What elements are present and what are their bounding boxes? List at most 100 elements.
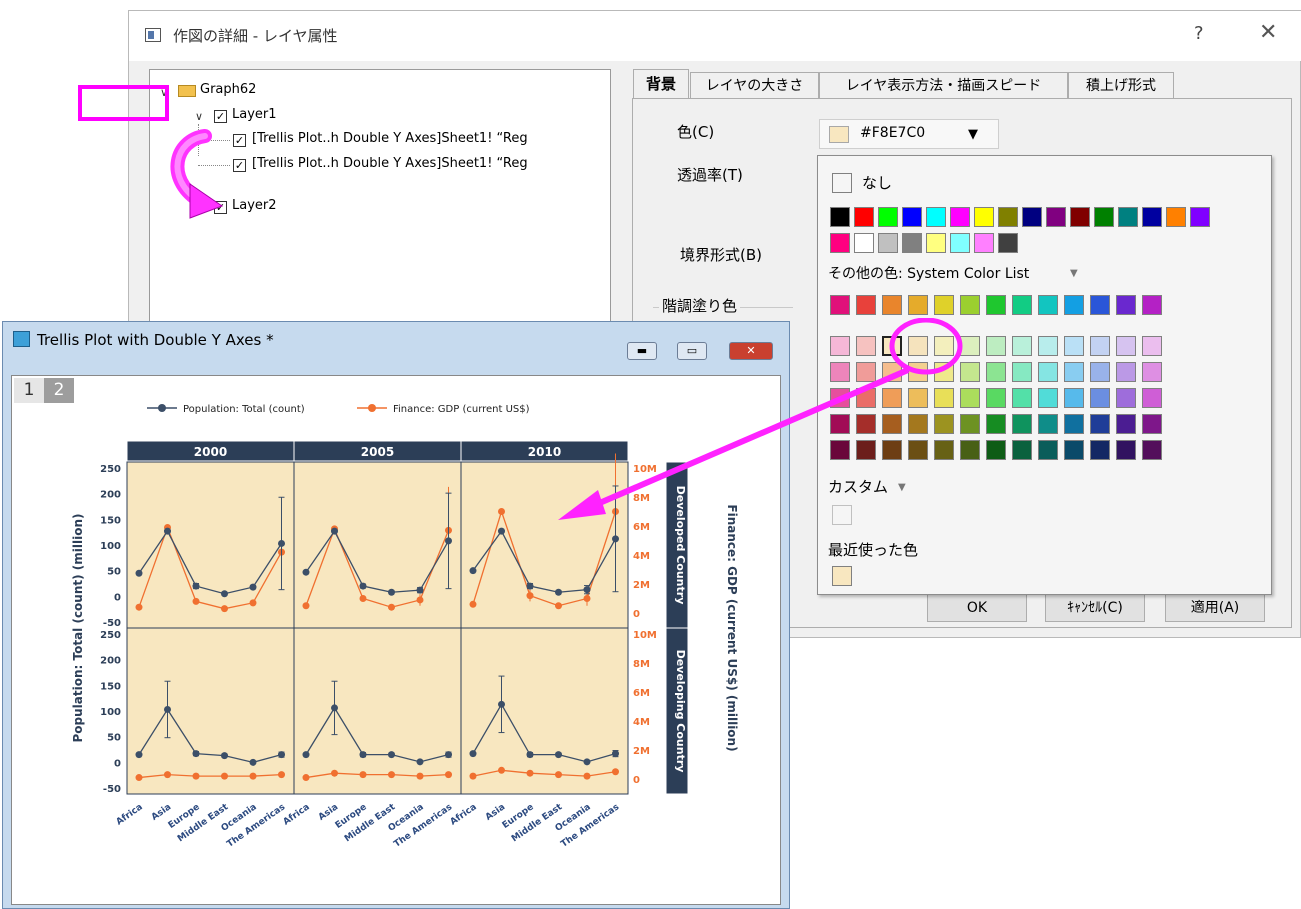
basic-color-swatch[interactable]: [1070, 207, 1090, 227]
system-color-swatch[interactable]: [1038, 440, 1058, 460]
system-color-swatch[interactable]: [986, 295, 1006, 315]
system-color-swatch[interactable]: [1116, 388, 1136, 408]
system-color-swatch[interactable]: [986, 414, 1006, 434]
system-color-swatch[interactable]: [1142, 362, 1162, 382]
system-color-swatch[interactable]: [986, 336, 1006, 356]
system-color-swatch[interactable]: [934, 295, 954, 315]
basic-color-swatch[interactable]: [878, 233, 898, 253]
close-button[interactable]: ✕: [1259, 20, 1277, 45]
basic-color-swatch[interactable]: [998, 233, 1018, 253]
system-color-swatch[interactable]: [1142, 336, 1162, 356]
system-color-swatch[interactable]: [1038, 336, 1058, 356]
basic-color-swatch[interactable]: [1142, 207, 1162, 227]
system-color-swatch[interactable]: [856, 295, 876, 315]
system-color-swatch[interactable]: [986, 362, 1006, 382]
system-color-swatch[interactable]: [1090, 336, 1110, 356]
basic-color-swatch[interactable]: [830, 233, 850, 253]
gdp-point: [331, 769, 338, 777]
system-color-swatch[interactable]: [1038, 388, 1058, 408]
system-color-swatch[interactable]: [1064, 440, 1084, 460]
gdp-point: [302, 774, 310, 782]
y-tick-label: 100: [100, 541, 121, 552]
system-color-swatch[interactable]: [1142, 295, 1162, 315]
basic-color-swatch[interactable]: [1094, 207, 1114, 227]
system-color-swatch[interactable]: [1116, 336, 1136, 356]
tab-stacking[interactable]: 積上げ形式: [1068, 72, 1174, 98]
panel-background: [293, 627, 462, 795]
tree-item-graph[interactable]: Graph62: [200, 82, 256, 97]
basic-color-swatch[interactable]: [1190, 207, 1210, 227]
basic-color-swatch[interactable]: [902, 233, 922, 253]
none-label[interactable]: なし: [862, 172, 892, 193]
system-color-swatch[interactable]: [1038, 295, 1058, 315]
tab-layer-size[interactable]: レイヤの大きさ: [690, 72, 819, 98]
system-color-swatch[interactable]: [1090, 388, 1110, 408]
tab-background[interactable]: 背景: [633, 69, 689, 99]
color-dropdown[interactable]: #F8E7C0 ▼: [819, 119, 999, 149]
system-color-swatch[interactable]: [1064, 336, 1084, 356]
system-color-swatch[interactable]: [1012, 336, 1032, 356]
basic-color-swatch[interactable]: [830, 207, 850, 227]
basic-color-swatch[interactable]: [902, 207, 922, 227]
apply-button[interactable]: 適用(A): [1165, 594, 1265, 622]
tree-item-plot2[interactable]: [Trellis Plot..h Double Y Axes]Sheet1! “…: [252, 156, 528, 171]
system-color-swatch[interactable]: [1012, 388, 1032, 408]
basic-color-swatch[interactable]: [854, 207, 874, 227]
system-color-swatch[interactable]: [986, 440, 1006, 460]
system-color-swatch[interactable]: [1116, 440, 1136, 460]
tab-display-speed[interactable]: レイヤ表示方法・描画スピード: [819, 72, 1068, 98]
other-colors-label[interactable]: その他の色: System Color List: [828, 263, 1029, 283]
system-color-swatch[interactable]: [1064, 414, 1084, 434]
system-color-swatch[interactable]: [960, 295, 980, 315]
system-color-swatch[interactable]: [1064, 295, 1084, 315]
chevron-down-icon[interactable]: ▼: [1070, 268, 1078, 279]
no-color-swatch[interactable]: [832, 173, 852, 193]
system-color-swatch[interactable]: [1038, 414, 1058, 434]
basic-color-swatch[interactable]: [1118, 207, 1138, 227]
basic-color-swatch[interactable]: [1166, 207, 1186, 227]
ok-button[interactable]: OK: [927, 594, 1027, 622]
system-color-swatch[interactable]: [986, 388, 1006, 408]
population-point: [416, 586, 424, 594]
population-point: [612, 535, 619, 543]
system-color-swatch[interactable]: [1116, 362, 1136, 382]
basic-color-swatch[interactable]: [854, 233, 874, 253]
y-tick-label: 200: [100, 490, 121, 501]
basic-color-swatch[interactable]: [974, 207, 994, 227]
system-color-swatch[interactable]: [1090, 440, 1110, 460]
recent-color-swatch[interactable]: [832, 566, 852, 586]
basic-color-swatch[interactable]: [974, 233, 994, 253]
help-button[interactable]: ?: [1194, 23, 1204, 44]
system-color-swatch[interactable]: [908, 295, 928, 315]
y2-tick-label: 0: [633, 775, 640, 786]
system-color-swatch[interactable]: [1090, 362, 1110, 382]
basic-color-swatch[interactable]: [1046, 207, 1066, 227]
system-color-swatch[interactable]: [1012, 414, 1032, 434]
system-color-swatch[interactable]: [1142, 414, 1162, 434]
system-color-swatch[interactable]: [1116, 295, 1136, 315]
system-color-swatch[interactable]: [1116, 414, 1136, 434]
gdp-point: [388, 771, 395, 779]
system-color-swatch[interactable]: [1012, 362, 1032, 382]
system-color-swatch[interactable]: [1064, 362, 1084, 382]
system-color-swatch[interactable]: [1012, 440, 1032, 460]
system-color-swatch[interactable]: [882, 295, 902, 315]
basic-color-swatch[interactable]: [926, 207, 946, 227]
x-tick-label: Africa: [282, 802, 312, 827]
system-color-swatch[interactable]: [1012, 295, 1032, 315]
basic-color-swatch[interactable]: [950, 207, 970, 227]
system-color-swatch[interactable]: [1090, 295, 1110, 315]
basic-color-swatch[interactable]: [878, 207, 898, 227]
basic-color-swatch[interactable]: [998, 207, 1018, 227]
system-color-swatch[interactable]: [1064, 388, 1084, 408]
basic-color-swatch[interactable]: [950, 233, 970, 253]
basic-color-swatch[interactable]: [926, 233, 946, 253]
tree-item-plot1[interactable]: [Trellis Plot..h Double Y Axes]Sheet1! “…: [252, 131, 528, 146]
basic-color-swatch[interactable]: [1022, 207, 1042, 227]
system-color-swatch[interactable]: [830, 295, 850, 315]
system-color-swatch[interactable]: [1142, 388, 1162, 408]
cancel-button[interactable]: ｷｬﾝｾﾙ(C): [1045, 594, 1145, 622]
system-color-swatch[interactable]: [1142, 440, 1162, 460]
system-color-swatch[interactable]: [1038, 362, 1058, 382]
system-color-swatch[interactable]: [1090, 414, 1110, 434]
